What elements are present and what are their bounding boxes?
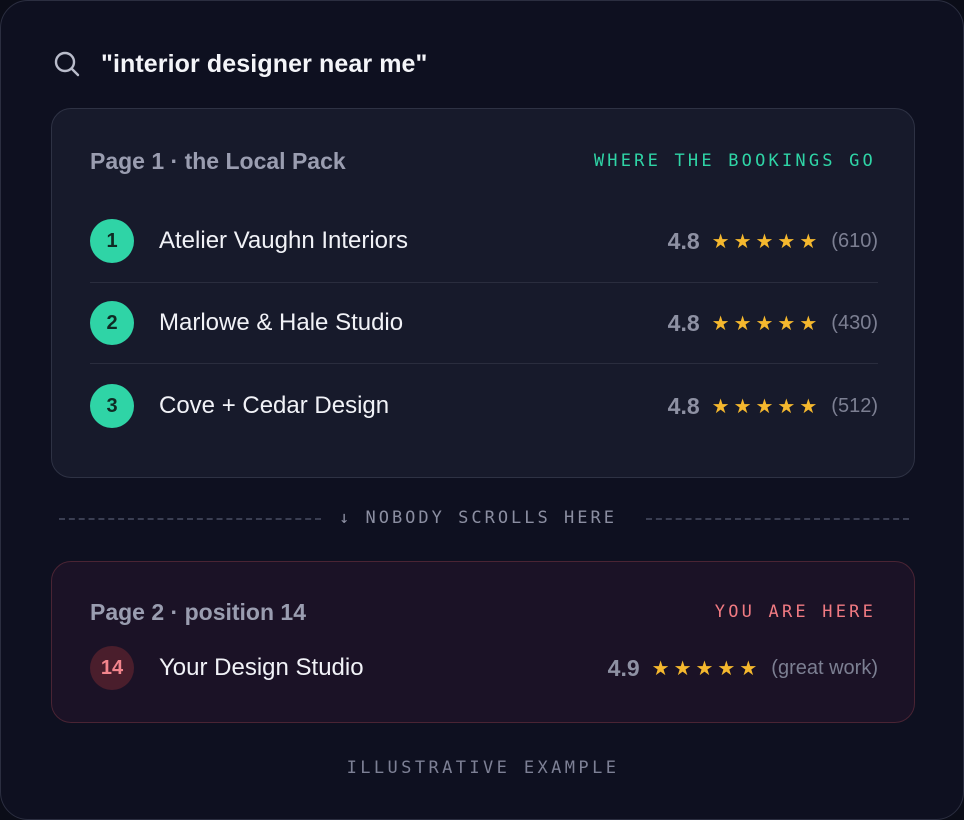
dashed-line — [59, 518, 321, 520]
list-item[interactable]: 14 Your Design Studio 4.9 ★★★★★ (great w… — [90, 646, 878, 690]
rating-value: 4.9 — [607, 654, 640, 681]
review-count: (430) — [831, 311, 878, 334]
list-item[interactable]: 2 Marlowe & Hale Studio 4.8 ★★★★★ (430) — [90, 301, 878, 345]
dashed-line — [646, 518, 909, 520]
rating: 4.8 ★★★★★ (512) — [668, 393, 878, 420]
rating-value: 4.8 — [667, 392, 700, 419]
rank-badge: 3 — [90, 384, 134, 428]
star-rating-icon: ★★★★★ — [711, 312, 822, 335]
local-pack-title: Page 1 · the Local Pack — [90, 148, 346, 174]
business-name: Cove + Cedar Design — [159, 392, 390, 419]
search-query: "interior designer near me" — [101, 49, 428, 78]
divider — [90, 282, 878, 283]
results-panel: "interior designer near me" Page 1 · the… — [0, 0, 964, 820]
search-icon — [54, 51, 80, 77]
search-bar[interactable]: "interior designer near me" — [53, 47, 428, 81]
star-rating-icon: ★★★★★ — [651, 657, 762, 680]
rank-badge: 14 — [90, 646, 134, 690]
list-item[interactable]: 3 Cove + Cedar Design 4.8 ★★★★★ (512) — [90, 384, 878, 428]
your-listing-card: Page 2 · position 14 YOU ARE HERE 14 You… — [51, 561, 915, 723]
review-count: (great work) — [771, 656, 878, 679]
your-listing-tag: YOU ARE HERE — [714, 602, 876, 622]
scroll-divider: ↓ NOBODY SCROLLS HERE — [59, 506, 909, 532]
rating: 4.8 ★★★★★ (610) — [668, 228, 878, 255]
rating-value: 4.8 — [667, 309, 700, 336]
review-count: (512) — [831, 394, 878, 417]
local-pack-card: Page 1 · the Local Pack WHERE THE BOOKIN… — [51, 108, 915, 478]
rating: 4.9 ★★★★★ (great work) — [608, 655, 878, 682]
business-name: Marlowe & Hale Studio — [159, 309, 404, 336]
list-item[interactable]: 1 Atelier Vaughn Interiors 4.8 ★★★★★ (61… — [90, 219, 878, 263]
business-name: Atelier Vaughn Interiors — [159, 227, 409, 254]
star-rating-icon: ★★★★★ — [711, 230, 822, 253]
rating: 4.8 ★★★★★ (430) — [668, 310, 878, 337]
rank-badge: 1 — [90, 219, 134, 263]
scroll-note: ↓ NOBODY SCROLLS HERE — [339, 508, 617, 528]
rating-value: 4.8 — [667, 227, 700, 254]
local-pack-tag: WHERE THE BOOKINGS GO — [593, 151, 876, 171]
your-listing-title: Page 2 · position 14 — [90, 599, 306, 625]
review-count: (610) — [831, 229, 878, 252]
star-rating-icon: ★★★★★ — [711, 395, 822, 418]
divider — [90, 363, 878, 364]
footer-note: ILLUSTRATIVE EXAMPLE — [346, 758, 620, 778]
rank-badge: 2 — [90, 301, 134, 345]
business-name: Your Design Studio — [159, 654, 364, 681]
